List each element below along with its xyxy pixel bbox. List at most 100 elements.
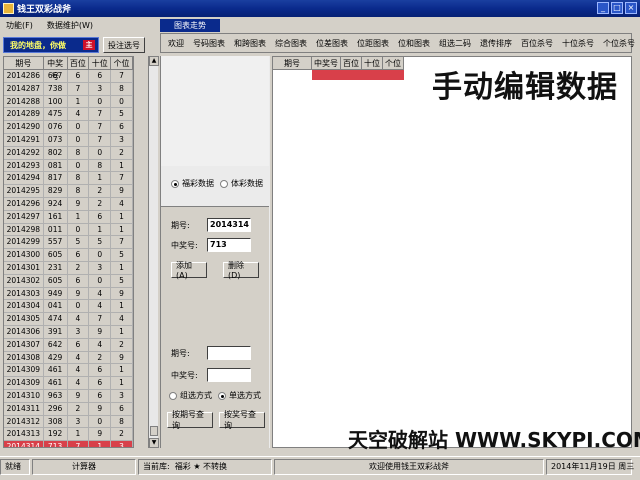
r-header-hundreds[interactable]: 百位: [341, 57, 362, 70]
lucky-label: 我的地盘，你做: [10, 40, 66, 50]
header-units[interactable]: 个位: [111, 57, 133, 70]
scroll-thumb[interactable]: [150, 426, 158, 436]
cell-units: 2: [111, 338, 133, 352]
table-row[interactable]: 2014306 391 3 9 1: [4, 325, 133, 339]
header-tens[interactable]: 十位: [89, 57, 112, 70]
scroll-up-icon[interactable]: ▲: [149, 56, 159, 66]
cell-winning: 429: [43, 351, 68, 365]
tab-tens-kill[interactable]: 十位杀号: [562, 38, 594, 49]
cell-period: 2014299: [4, 236, 44, 250]
cell-winning: 557: [43, 236, 68, 250]
tab-hundreds-kill[interactable]: 百位杀号: [521, 38, 553, 49]
radio-fc-data[interactable]: 福彩数据: [171, 178, 214, 189]
table-row[interactable]: 2014303 949 9 4 9: [4, 287, 133, 301]
table-row[interactable]: 2014295 829 8 2 9: [4, 185, 133, 198]
cell-units: 1: [111, 325, 133, 339]
period-input[interactable]: 2014314: [207, 218, 251, 232]
query-by-winning-button[interactable]: 按奖号查询: [219, 410, 265, 430]
tab-position-sum-chart[interactable]: 位和图表: [398, 38, 430, 49]
radio-group-mode[interactable]: 组选方式: [169, 390, 212, 401]
delete-button[interactable]: 删除(D): [223, 261, 259, 280]
tab-units-kill[interactable]: 个位杀号: [603, 38, 635, 49]
radio-tc-data[interactable]: 体彩数据: [220, 178, 263, 189]
cell-winning: 924: [43, 197, 68, 211]
tab-inheritance-sort[interactable]: 遗传排序: [480, 38, 512, 49]
tab-number-chart[interactable]: 号码图表: [193, 38, 225, 49]
table-row[interactable]: 2014312 308 3 0 8: [4, 415, 133, 429]
winning-input[interactable]: 713: [207, 238, 251, 252]
cell-units: 2: [111, 146, 133, 160]
cell-winning: 192: [43, 428, 68, 442]
cell-winning: 461: [43, 377, 68, 390]
maximize-button[interactable]: □: [611, 2, 623, 14]
table-row[interactable]: 2014301 231 2 3 1: [4, 261, 133, 275]
tab-position-distance-chart[interactable]: 位距图表: [357, 38, 389, 49]
add-button[interactable]: 添加(A): [171, 261, 207, 280]
table-row[interactable]: 2014300 605 6 0 5: [4, 249, 133, 262]
cell-units: 8: [111, 415, 133, 429]
cell-tens: 3: [89, 261, 112, 275]
table-row[interactable]: 2014289 475 4 7 5: [4, 108, 133, 122]
table-row[interactable]: 2014288 100 1 0 0: [4, 95, 133, 109]
query-winning-input[interactable]: [207, 368, 251, 382]
table-row[interactable]: 2014311 296 2 9 6: [4, 402, 133, 416]
cell-units: 9: [111, 185, 133, 198]
table-row[interactable]: 2014286 667 6 6 7: [4, 70, 133, 83]
table-row[interactable]: 2014298 011 0 1 1: [4, 223, 133, 237]
tab-welcome[interactable]: 欢迎: [168, 38, 184, 49]
tab-group-two-code[interactable]: 组选二码: [439, 38, 471, 49]
cell-units: 5: [111, 274, 133, 288]
cell-tens: 7: [89, 313, 112, 326]
grid-scrollbar[interactable]: ▲ ▼: [148, 56, 159, 448]
cell-units: 4: [111, 197, 133, 211]
table-row[interactable]: 2014296 924 9 2 4: [4, 197, 133, 211]
table-row[interactable]: 2014309 461 4 6 1: [4, 377, 133, 390]
close-button[interactable]: ×: [625, 2, 637, 14]
r-header-tens[interactable]: 十位: [362, 57, 383, 70]
r-header-period[interactable]: 期号: [273, 57, 312, 70]
radio-tc-label: 体彩数据: [231, 179, 263, 188]
table-row[interactable]: 2014304 041 0 4 1: [4, 300, 133, 314]
header-period[interactable]: 期号: [4, 57, 44, 70]
cell-hundreds: 2: [67, 261, 90, 275]
query-winning-label: 中奖号:: [171, 370, 198, 380]
table-row[interactable]: 2014294 817 8 1 7: [4, 172, 133, 186]
table-row[interactable]: 2014302 605 6 0 5: [4, 274, 133, 288]
table-row[interactable]: 2014297 161 1 6 1: [4, 210, 133, 224]
table-row[interactable]: 2014308 429 4 2 9: [4, 351, 133, 365]
bet-selection-button[interactable]: 投注选号: [103, 37, 145, 53]
table-row[interactable]: 2014310 963 9 6 3: [4, 389, 133, 403]
r-header-winning[interactable]: 中奖号: [312, 57, 341, 70]
cell-period: 2014307: [4, 338, 44, 352]
cell-winning: 041: [43, 300, 68, 314]
cell-period: 2014293: [4, 159, 44, 173]
table-row[interactable]: 2014291 073 0 7 3: [4, 133, 133, 147]
table-row[interactable]: 2014313 192 1 9 2: [4, 428, 133, 442]
status-calculator[interactable]: 计算器: [32, 458, 136, 475]
table-row[interactable]: 2014305 474 4 7 4: [4, 313, 133, 326]
table-row[interactable]: 2014293 081 0 8 1: [4, 159, 133, 173]
menu-function[interactable]: 功能(F): [6, 20, 33, 31]
table-row[interactable]: 2014292 802 8 0 2: [4, 146, 133, 160]
table-row[interactable]: 2014299 557 5 5 7: [4, 236, 133, 250]
history-grid[interactable]: 期号 中奖号 百位 十位 个位 2014286 667 6 6 7 2014287 738 7…: [3, 56, 134, 448]
result-grid[interactable]: 期号 中奖号 百位 十位 个位: [272, 56, 632, 448]
header-hundreds[interactable]: 百位: [67, 57, 90, 70]
minimize-button[interactable]: _: [597, 2, 609, 14]
tab-position-diff-chart[interactable]: 位差图表: [316, 38, 348, 49]
table-row[interactable]: 2014290 076 0 7 6: [4, 121, 133, 134]
scroll-down-icon[interactable]: ▼: [149, 438, 159, 448]
header-winning[interactable]: 中奖号: [43, 57, 68, 81]
tab-sum-span-chart[interactable]: 和跨图表: [234, 38, 266, 49]
query-by-period-button[interactable]: 按期号查询: [167, 410, 213, 430]
r-header-units[interactable]: 个位: [383, 57, 404, 70]
table-row[interactable]: 2014314 713 7 1 3: [4, 441, 133, 447]
query-period-input[interactable]: [207, 346, 251, 360]
tab-combined-chart[interactable]: 综合图表: [275, 38, 307, 49]
menu-data-maintenance[interactable]: 数据维护(W): [47, 20, 93, 31]
table-row[interactable]: 2014309 461 4 6 1: [4, 364, 133, 378]
lucky-banner-button[interactable]: 我的地盘，你做 主: [3, 37, 99, 53]
table-row[interactable]: 2014307 642 6 4 2: [4, 338, 133, 352]
table-row[interactable]: 2014287 738 7 3 8: [4, 82, 133, 96]
radio-single-mode[interactable]: 单选方式: [218, 390, 261, 401]
